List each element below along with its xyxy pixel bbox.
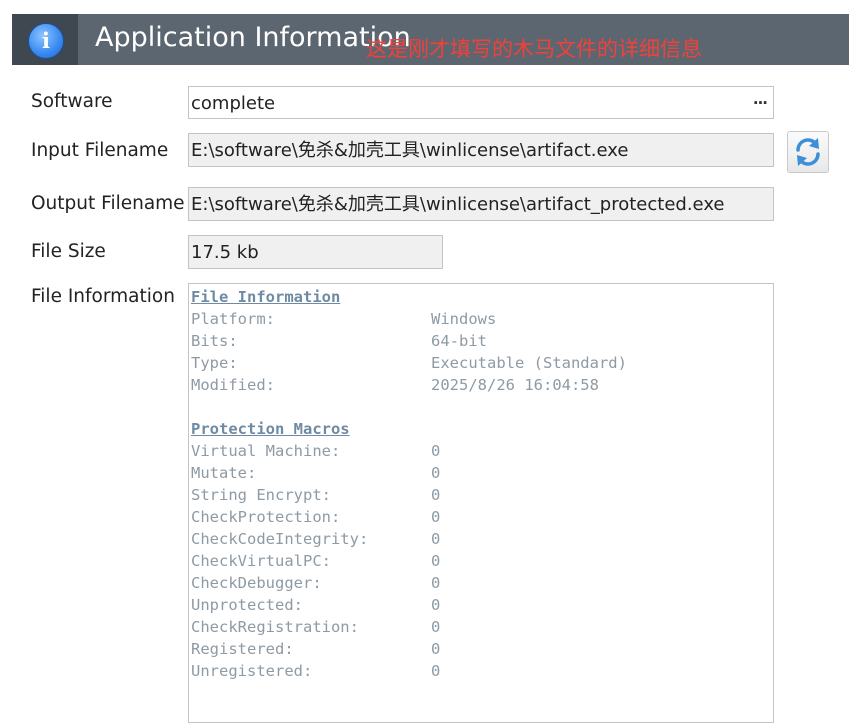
output-filename-label: Output Filename bbox=[31, 193, 185, 214]
file-size-label: File Size bbox=[31, 241, 106, 262]
file-info-heading: File Information bbox=[191, 288, 341, 306]
info-icon: i bbox=[28, 23, 64, 59]
file-information-box[interactable]: File Information Platform: Windows Bits: 6… bbox=[188, 283, 774, 723]
annotation-text: 这是刚才填写的木马文件的详细信息 bbox=[366, 37, 702, 61]
file-size-field[interactable]: 17.5 kb bbox=[188, 235, 443, 269]
page-title: Application Information bbox=[95, 22, 411, 53]
output-filename-field[interactable]: E:\software\免杀&加壳工具\winlicense\artifact_… bbox=[188, 187, 774, 221]
file-information-label: File Information bbox=[31, 286, 175, 307]
input-filename-field[interactable]: E:\software\免杀&加壳工具\winlicense\artifact.… bbox=[188, 133, 774, 167]
software-label: Software bbox=[31, 91, 113, 112]
software-ellipsis-button[interactable]: ··· bbox=[753, 87, 768, 118]
header-icon-box: i bbox=[12, 14, 78, 65]
refresh-icon bbox=[796, 138, 820, 166]
software-value: complete bbox=[191, 93, 276, 114]
refresh-button[interactable] bbox=[787, 131, 829, 173]
protection-macros-heading: Protection Macros bbox=[191, 420, 350, 438]
input-filename-label: Input Filename bbox=[31, 140, 169, 161]
software-field[interactable]: complete ··· bbox=[188, 86, 774, 119]
